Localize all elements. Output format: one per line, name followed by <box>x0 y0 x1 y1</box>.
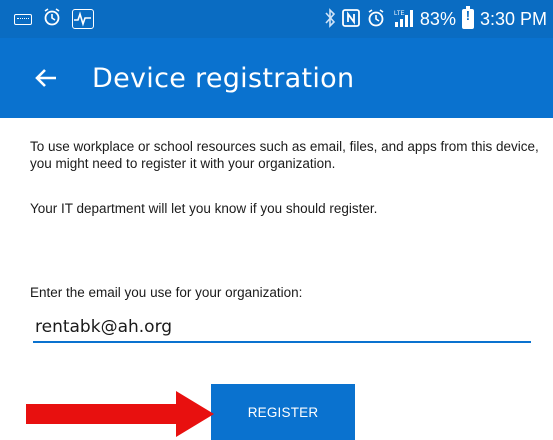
signal-icon: LTE <box>392 8 414 31</box>
intro-text: To use workplace or school resources suc… <box>30 139 539 171</box>
back-button[interactable] <box>0 38 92 118</box>
alarm-icon <box>42 7 62 31</box>
svg-text:LTE: LTE <box>394 11 405 17</box>
status-bar: LTE 83% 3:30 PM <box>0 0 553 38</box>
keyboard-icon <box>14 13 32 25</box>
email-label: Enter the email you use for your organiz… <box>30 285 303 300</box>
status-left <box>14 7 94 31</box>
red-arrow-annotation <box>26 391 214 437</box>
arrow-left-icon <box>35 69 56 87</box>
email-input[interactable] <box>33 313 531 343</box>
it-department-note: Your IT department will let you know if … <box>30 201 378 216</box>
register-button[interactable]: REGISTER <box>211 384 355 440</box>
activity-icon <box>72 9 94 29</box>
battery-percent: 83% <box>419 8 456 29</box>
bluetooth-icon <box>324 7 336 31</box>
status-right: LTE 83% 3:30 PM <box>324 6 547 31</box>
nfc-icon <box>342 8 360 30</box>
battery-icon <box>461 6 474 29</box>
app-bar: Device registration <box>0 38 553 118</box>
alarm-clock-icon <box>366 8 386 31</box>
intro-section: To use workplace or school resources suc… <box>30 138 540 172</box>
page-title: Device registration <box>92 62 355 94</box>
clock-time: 3:30 PM <box>479 8 547 29</box>
